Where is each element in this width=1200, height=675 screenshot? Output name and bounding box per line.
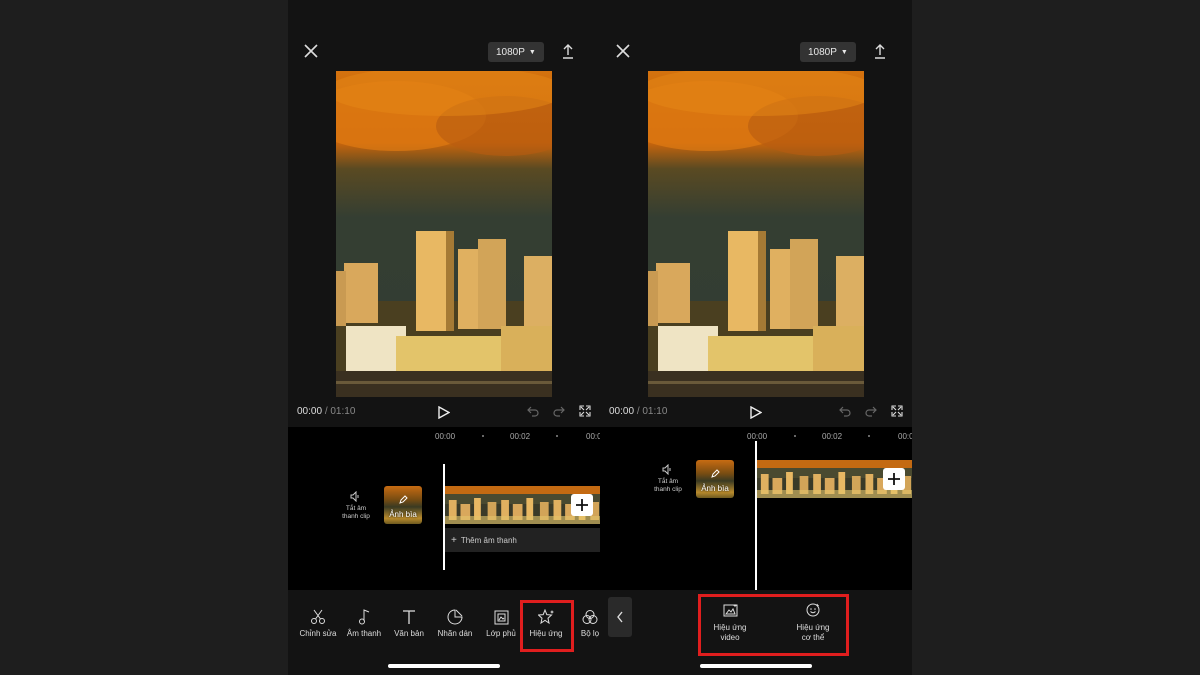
resolution-selector[interactable]: 1080P ▼ — [800, 42, 856, 62]
playback-time: 00:00 / 01:10 — [609, 406, 667, 417]
toolbar-label: Nhãn dán — [437, 629, 473, 638]
plus-icon — [888, 473, 900, 485]
toolbar-filter[interactable]: Bộ lọ — [570, 608, 600, 638]
toolbar-label: Âm thanh — [346, 629, 382, 638]
time-separator: / — [636, 406, 640, 417]
redo-icon[interactable] — [552, 404, 566, 418]
back-button[interactable] — [608, 597, 632, 637]
playhead[interactable] — [443, 464, 445, 570]
sticker-icon — [433, 608, 477, 626]
toolbar-label: Lớp phủ — [486, 629, 516, 638]
ruler-dot — [482, 435, 484, 437]
chevron-left-icon — [617, 611, 623, 623]
playhead[interactable] — [755, 441, 757, 590]
ruler-dot — [868, 435, 870, 437]
cover-label: Ảnh bìa — [389, 510, 417, 519]
scissors-icon — [296, 608, 340, 626]
total-duration: 01:10 — [330, 406, 356, 417]
resolution-label: 1080P — [496, 46, 525, 58]
mute-clip-button[interactable]: Tắt âm thanh clip — [336, 490, 376, 521]
plus-icon: + — [451, 534, 457, 546]
undo-icon[interactable] — [838, 404, 852, 418]
toolbar-text[interactable]: Văn bản — [387, 608, 431, 638]
overlay-icon — [479, 608, 523, 626]
close-icon[interactable] — [614, 42, 632, 60]
toolbar-audio[interactable]: Âm thanh — [342, 608, 386, 638]
video-preview[interactable] — [336, 71, 552, 397]
total-duration: 01:10 — [642, 406, 668, 417]
home-indicator — [700, 664, 812, 668]
play-icon[interactable] — [436, 404, 452, 420]
caret-down-icon: ▼ — [840, 48, 848, 56]
toolbar-edit[interactable]: Chỉnh sửa — [296, 608, 340, 638]
ruler-tick: 00:02 — [510, 432, 531, 441]
add-audio-button[interactable]: + Thêm âm thanh — [445, 528, 600, 552]
pencil-icon — [710, 465, 720, 483]
fullscreen-icon[interactable] — [890, 404, 904, 418]
pencil-icon — [398, 491, 408, 509]
fullscreen-icon[interactable] — [578, 404, 592, 418]
ruler-tick: 00:0 — [586, 432, 600, 441]
home-indicator — [388, 664, 500, 668]
speaker-icon — [336, 490, 376, 505]
timeline[interactable]: 00:00 00:02 00:0 Tắt âm thanh clip Ảnh b… — [600, 427, 912, 590]
add-clip-button[interactable] — [571, 494, 593, 516]
text-icon — [387, 608, 431, 626]
ruler-dot — [556, 435, 558, 437]
toolbar-label: Văn bản — [394, 629, 424, 638]
filter-icon — [570, 608, 600, 626]
caret-down-icon: ▼ — [528, 48, 536, 56]
resolution-selector[interactable]: 1080P ▼ — [488, 42, 544, 62]
highlight-effects-box — [520, 600, 574, 652]
toolbar-label: Bộ lọ — [580, 629, 600, 638]
current-time: 00:00 — [297, 406, 323, 417]
close-icon[interactable] — [302, 42, 320, 60]
playback-time: 00:00 / 01:10 — [297, 406, 355, 417]
export-icon[interactable] — [872, 42, 888, 60]
add-audio-label: Thêm âm thanh — [460, 535, 517, 545]
ruler-tick: 00:0 — [898, 432, 912, 441]
toolbar-overlay[interactable]: Lớp phủ — [479, 608, 523, 638]
highlight-effects-menu-box — [698, 594, 849, 656]
speaker-icon — [648, 463, 688, 478]
editor-screen-left: 1080P ▼ 00:00 / 01:10 00:00 00:02 00:0 T… — [288, 0, 600, 675]
redo-icon[interactable] — [864, 404, 878, 418]
cover-button[interactable]: Ảnh bìa — [384, 486, 422, 524]
time-separator: / — [324, 406, 328, 417]
mute-clip-button[interactable]: Tắt âm thanh clip — [648, 463, 688, 494]
video-preview[interactable] — [648, 71, 864, 397]
current-time: 00:00 — [609, 406, 635, 417]
toolbar-label: Chỉnh sửa — [299, 629, 337, 638]
undo-icon[interactable] — [526, 404, 540, 418]
music-note-icon — [342, 608, 386, 626]
cover-button[interactable]: Ảnh bìa — [696, 460, 734, 498]
toolbar-sticker[interactable]: Nhãn dán — [433, 608, 477, 638]
add-clip-button[interactable] — [883, 468, 905, 490]
resolution-label: 1080P — [808, 46, 837, 58]
mute-clip-label: Tắt âm thanh clip — [342, 505, 370, 520]
timeline[interactable]: 00:00 00:02 00:0 Tắt âm thanh clip Ảnh b… — [288, 427, 600, 590]
ruler-dot — [794, 435, 796, 437]
export-icon[interactable] — [560, 42, 576, 60]
ruler-tick: 00:02 — [822, 432, 843, 441]
play-icon[interactable] — [748, 404, 764, 420]
ruler-tick: 00:00 — [435, 432, 456, 441]
mute-clip-label: Tắt âm thanh clip — [654, 478, 682, 493]
plus-icon — [576, 499, 588, 511]
cover-label: Ảnh bìa — [701, 484, 729, 493]
ruler-tick: 00:00 — [747, 432, 768, 441]
editor-screen-right: 1080P ▼ 00:00 / 01:10 00:00 00:02 00:0 T… — [600, 0, 912, 675]
